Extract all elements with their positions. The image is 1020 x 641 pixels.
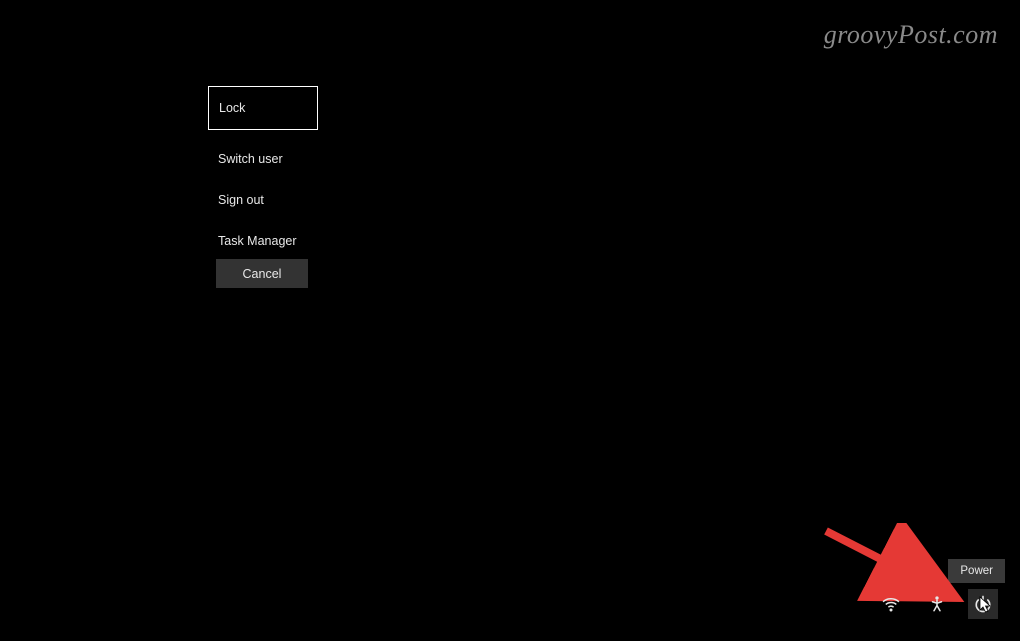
menu-item-switch-user[interactable]: Switch user xyxy=(208,144,318,174)
system-tray xyxy=(876,589,998,619)
watermark-text: groovyPost.com xyxy=(824,20,998,50)
accessibility-button[interactable] xyxy=(922,589,952,619)
menu-item-sign-out[interactable]: Sign out xyxy=(208,185,318,215)
wifi-button[interactable] xyxy=(876,589,906,619)
security-options-menu: Lock Switch user Sign out Task Manager xyxy=(208,86,318,267)
wifi-icon xyxy=(882,595,900,613)
menu-item-task-manager[interactable]: Task Manager xyxy=(208,226,318,256)
cancel-button[interactable]: Cancel xyxy=(216,259,308,288)
menu-item-lock[interactable]: Lock xyxy=(208,86,318,130)
accessibility-icon xyxy=(928,595,946,613)
power-button[interactable] xyxy=(968,589,998,619)
power-tooltip: Power xyxy=(948,559,1005,583)
power-icon xyxy=(974,595,992,613)
